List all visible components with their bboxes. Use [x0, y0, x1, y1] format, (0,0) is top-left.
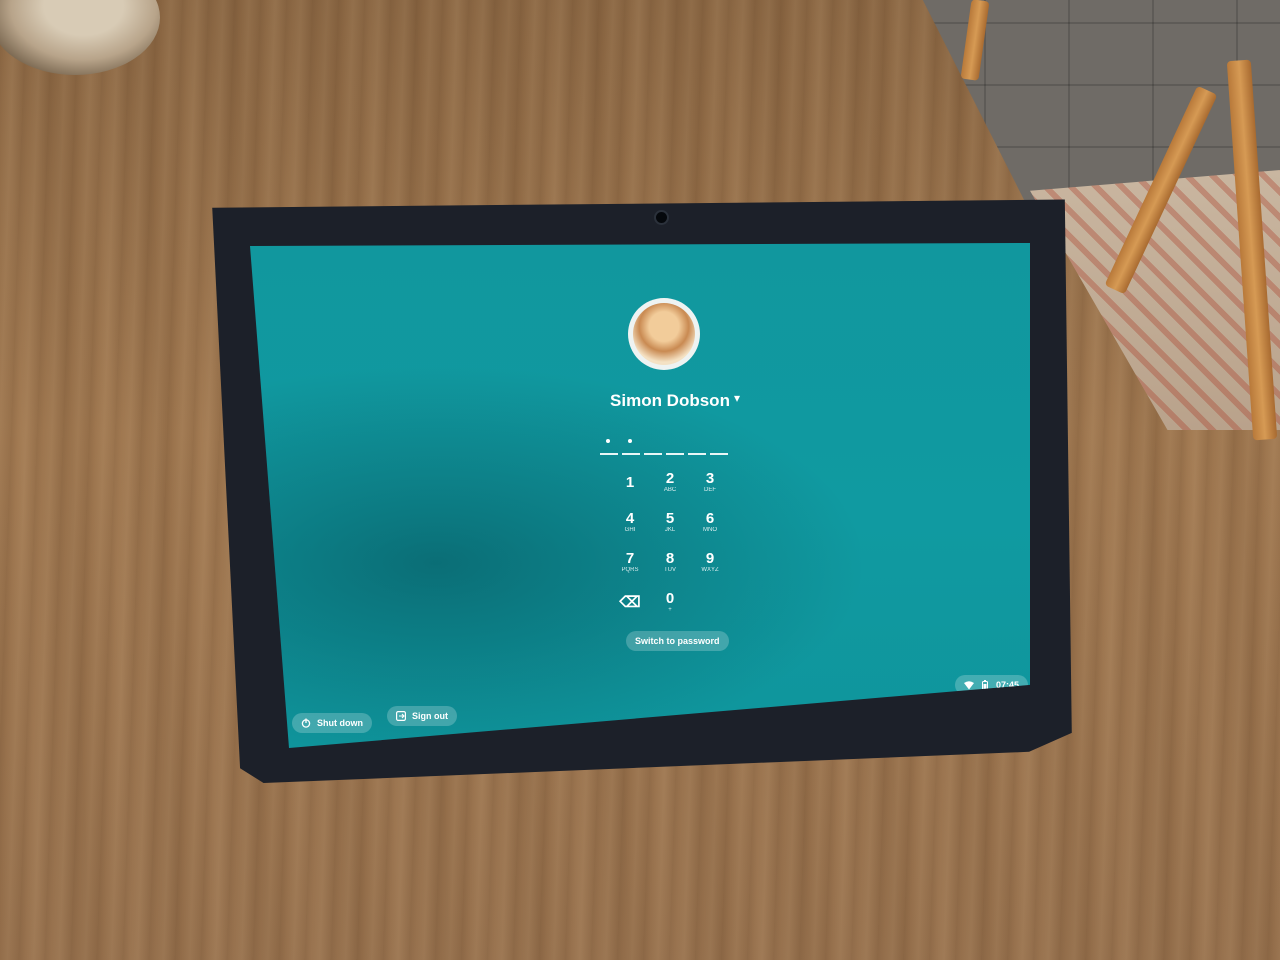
- key-digit: 9: [705, 549, 715, 567]
- user-name: Simon Dobson: [610, 391, 730, 410]
- sign-out-button[interactable]: Sign out: [387, 706, 457, 726]
- key-digit: 0: [665, 589, 675, 607]
- pin-slot: [644, 439, 662, 455]
- keypad-key-5[interactable]: 5 JKL: [650, 507, 690, 537]
- pin-slot: [666, 439, 684, 455]
- shut-down-label: Shut down: [317, 718, 363, 728]
- lock-screen: Simon Dobson ▾ 1 2 ABC 3 DEF 4 GHI 5 JKL 6 MNO 7 PQR…: [250, 243, 1030, 748]
- switch-to-password-button[interactable]: Switch to password: [626, 631, 729, 651]
- keypad-key-6[interactable]: 6 MNO: [690, 507, 730, 537]
- shut-down-button[interactable]: Shut down: [292, 713, 372, 733]
- keypad-key-9[interactable]: 9 WXYZ: [690, 547, 730, 577]
- sign-out-label: Sign out: [412, 711, 448, 721]
- key-digit: 7: [625, 549, 635, 567]
- key-letters: ABC: [663, 486, 677, 493]
- key-letters: PQRS: [621, 566, 639, 573]
- pin-slot: [688, 439, 706, 455]
- pin-slot: [622, 439, 640, 455]
- key-digit: 8: [665, 549, 675, 567]
- key-digit: 5: [665, 509, 675, 527]
- backspace-key[interactable]: ⌫: [610, 587, 650, 617]
- pin-slot: [600, 439, 618, 455]
- key-digit: 6: [705, 509, 715, 527]
- key-digit: 1: [625, 473, 635, 491]
- pin-entered-dot: [628, 439, 632, 443]
- keypad-key-7[interactable]: 7 PQRS: [610, 547, 650, 577]
- power-icon: [301, 718, 311, 728]
- key-digit: 3: [705, 469, 715, 487]
- key-letters: GHI: [624, 526, 636, 533]
- chevron-down-icon[interactable]: ▾: [734, 391, 740, 405]
- key-digit: 2: [665, 469, 675, 487]
- screen-reflection: [250, 363, 870, 748]
- key-letters: +: [668, 606, 672, 613]
- key-letters: TUV: [664, 566, 676, 573]
- avatar-photo: [633, 303, 695, 365]
- wood-log-slice: [0, 0, 160, 75]
- pin-entered-dot: [606, 439, 610, 443]
- front-camera: [656, 212, 667, 223]
- key-letters: DEF: [704, 486, 716, 493]
- pin-field[interactable]: [600, 439, 728, 455]
- keypad-key-8[interactable]: 8 TUV: [650, 547, 690, 577]
- switch-to-password-label: Switch to password: [635, 636, 720, 646]
- key-digit: ⌫: [619, 593, 641, 611]
- avatar[interactable]: [628, 298, 700, 370]
- keypad-key-0[interactable]: 0 +: [650, 587, 690, 617]
- key-letters: MNO: [703, 526, 717, 533]
- pin-slot: [710, 439, 728, 455]
- key-digit: 4: [625, 509, 635, 527]
- keypad-key-1[interactable]: 1: [610, 467, 650, 497]
- key-letters: JKL: [664, 526, 676, 533]
- wifi-icon: [964, 680, 974, 690]
- key-letters: WXYZ: [701, 566, 719, 573]
- keypad-key-2[interactable]: 2 ABC: [650, 467, 690, 497]
- pin-keypad: 1 2 ABC 3 DEF 4 GHI 5 JKL 6 MNO 7 PQRS 8 TUV 9 WXYZ ⌫ 0 +: [610, 467, 730, 617]
- keypad-key-3[interactable]: 3 DEF: [690, 467, 730, 497]
- keypad-key-4[interactable]: 4 GHI: [610, 507, 650, 537]
- sign-out-icon: [396, 711, 406, 721]
